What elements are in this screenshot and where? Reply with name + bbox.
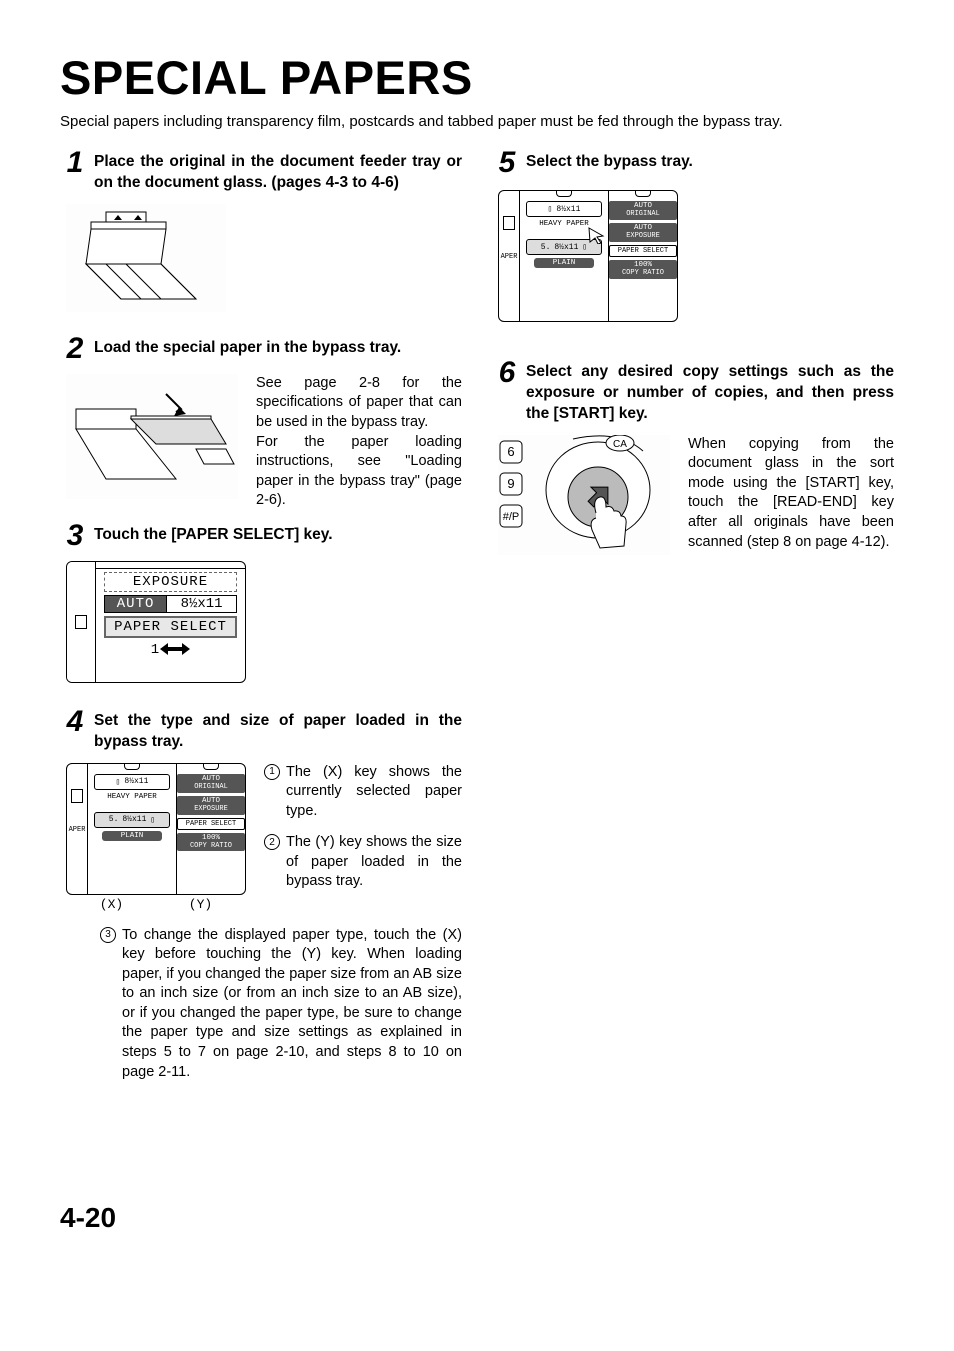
auto-exposure-btn[interactable]: AUTOEXPOSURE [177, 796, 245, 815]
step-5-number: 5 [492, 148, 522, 178]
page-number: 4-20 [60, 1202, 894, 1234]
y-label: (Y) [189, 897, 212, 912]
right-column: 5 Select the bypass tray. APER ▯8½x11 HE… [492, 152, 894, 1082]
svg-text:CA: CA [613, 439, 627, 450]
step-2-number: 2 [60, 334, 90, 364]
step-6-title: Select any desired copy settings such as… [526, 362, 894, 425]
plain-label: PLAIN [534, 258, 594, 268]
paper-size-label: 8½x11 [167, 595, 237, 613]
step-4-title: Set the type and size of paper loaded in… [94, 711, 462, 753]
circle-2: 2 [264, 834, 280, 850]
step-4-item-3: To change the displayed paper type, touc… [122, 926, 462, 1083]
x-label: (X) [100, 897, 123, 912]
intro-text: Special papers including transparency fi… [60, 113, 894, 130]
auto-original-btn[interactable]: AUTOORIGINAL [609, 201, 677, 220]
step-5-panel: APER ▯8½x11 HEAVY PAPER 5.8½x11▯ PLAIN [498, 190, 678, 322]
step-6-body: When copying from the document glass in … [688, 435, 894, 555]
step-6-number: 6 [492, 358, 522, 388]
circle-1: 1 [264, 764, 280, 780]
aper-label: APER [69, 826, 86, 834]
auto-label: AUTO [104, 595, 167, 613]
copy-ratio-btn[interactable]: 100%COPY RATIO [177, 833, 245, 852]
step-4-item-1: The (X) key shows the currently selected… [286, 763, 462, 822]
auto-original-btn[interactable]: AUTOORIGINAL [177, 774, 245, 793]
tray-row-2[interactable]: 5.8½x11▯ [526, 239, 602, 255]
tray-row-2[interactable]: 5.8½x11▯ [94, 812, 170, 828]
step-2-body-1: See page 2-8 for the specifications of p… [256, 374, 462, 433]
circle-3: 3 [100, 927, 116, 943]
svg-text:#/P: #/P [503, 511, 520, 523]
paper-select-key[interactable]: PAPER SELECT [104, 616, 237, 638]
left-column: 1 Place the original in the document fee… [60, 152, 462, 1082]
step-4-panel: APER ▯8½x11 HEAVY PAPER 5.8½x11▯ PL [66, 763, 246, 895]
step-1-title: Place the original in the document feede… [94, 152, 462, 194]
copy-ratio-btn[interactable]: 100%COPY RATIO [609, 260, 677, 279]
heavy-paper-label: HEAVY PAPER [92, 793, 172, 801]
plain-label: PLAIN [102, 831, 162, 841]
step-3-title: Touch the [PAPER SELECT] key. [94, 525, 462, 546]
cursor-icon [587, 226, 605, 244]
step-2-body: See page 2-8 for the specifications of p… [256, 374, 462, 511]
svg-text:9: 9 [507, 476, 514, 491]
ratio-value: 1 [104, 641, 237, 659]
step-3-panel: EXPOSURE AUTO 8½x11 PAPER SELECT 1 [66, 561, 246, 683]
exposure-key[interactable]: EXPOSURE [104, 572, 237, 592]
step-1-illustration [66, 204, 226, 312]
document-icon [503, 216, 515, 230]
document-icon [71, 789, 83, 803]
step-4-number: 4 [60, 707, 90, 737]
document-icon [75, 615, 87, 629]
page-title: SPECIAL PAPERS [60, 50, 894, 105]
paper-select-btn[interactable]: PAPER SELECT [609, 245, 677, 257]
step-2-body-2: For the paper loading instructions, see … [256, 433, 462, 511]
tray-row-1[interactable]: ▯8½x11 [94, 774, 170, 790]
step-6-illustration: 6 9 #/P CA [498, 435, 670, 555]
aper-label: APER [501, 253, 518, 261]
auto-exposure-btn[interactable]: AUTOEXPOSURE [609, 223, 677, 242]
step-1-number: 1 [60, 148, 90, 178]
tray-row-1[interactable]: ▯8½x11 [526, 201, 602, 217]
step-3-number: 3 [60, 521, 90, 551]
step-2-illustration [66, 374, 238, 499]
step-2-title: Load the special paper in the bypass tra… [94, 338, 462, 359]
step-5-title: Select the bypass tray. [526, 152, 894, 173]
paper-select-btn[interactable]: PAPER SELECT [177, 818, 245, 830]
step-4-item-2: The (Y) key shows the size of paper load… [286, 833, 462, 892]
svg-text:6: 6 [507, 444, 514, 459]
